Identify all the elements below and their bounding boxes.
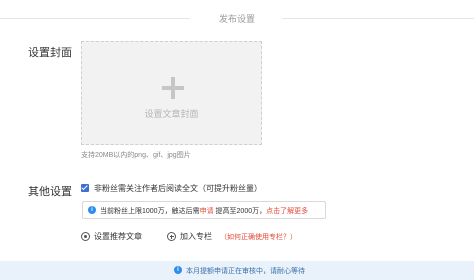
learn-more-link[interactable]: 点击了解更多 <box>266 208 308 215</box>
notice-text: 当前粉丝上限1000万，触达后需申请 提高至2000万，点击了解更多 <box>100 206 308 216</box>
add-to-column-button[interactable]: 加入专栏 <box>167 231 212 242</box>
section-header: 发布设置 <box>0 10 474 26</box>
column-label: 加入专栏 <box>180 232 212 241</box>
cover-upload-area[interactable]: 设置文章封面 <box>81 41 262 145</box>
info-icon: i <box>174 266 182 274</box>
recommend-label: 设置推荐文章 <box>94 232 142 241</box>
apply-link[interactable]: 申请 <box>200 208 214 215</box>
cover-label: 设置封面 <box>28 47 72 59</box>
cover-hint: 支持20MB以内的png、gif、jpg图片 <box>81 152 191 159</box>
notice-prefix: 当前粉丝上限1000万，触达后需 <box>100 208 200 215</box>
recommend-icon <box>81 232 90 241</box>
notice-middle: 提高至2000万， <box>215 208 267 215</box>
follow-required-label[interactable]: 非粉丝需关注作者后阅读全文（可提升粉丝量） <box>94 183 262 194</box>
divider-right <box>282 18 474 19</box>
other-settings-label: 其他设置 <box>28 186 72 198</box>
column-help-link[interactable]: （如何正确使用专栏？） <box>220 232 297 242</box>
plus-icon <box>162 77 184 99</box>
review-status-bar: i 本月提额申请正在审核中，请耐心等待 <box>0 261 474 280</box>
follow-required-checkbox[interactable] <box>81 184 89 192</box>
set-recommend-button[interactable]: 设置推荐文章 <box>81 231 142 242</box>
info-icon: i <box>88 206 96 214</box>
add-circle-icon <box>167 232 176 241</box>
review-status-text: 本月提额申请正在审核中，请耐心等待 <box>186 268 305 275</box>
cover-placeholder-text: 设置文章封面 <box>144 109 199 119</box>
fan-limit-notice: i 当前粉丝上限1000万，触达后需申请 提高至2000万，点击了解更多 <box>82 201 326 219</box>
